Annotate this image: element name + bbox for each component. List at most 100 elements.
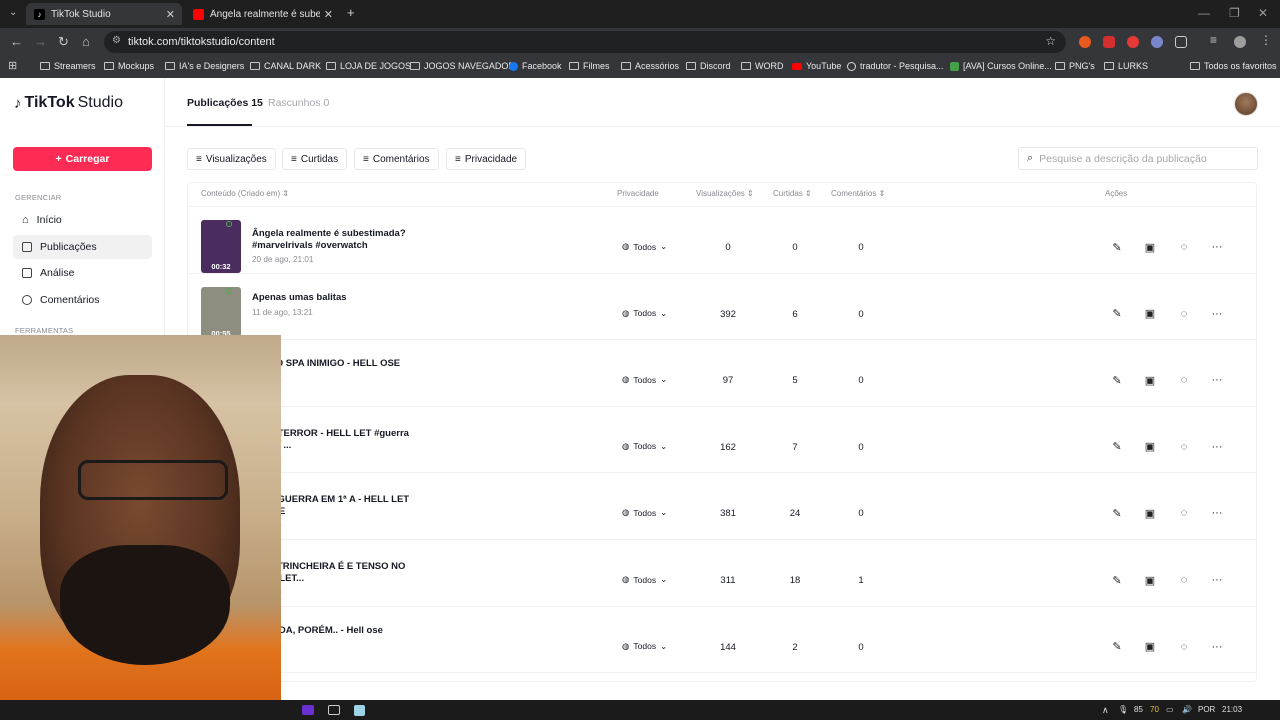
header-comments[interactable]: Comentários ⇕ xyxy=(831,189,885,198)
bookmark-item[interactable]: IA's e Designers xyxy=(165,61,244,71)
promote-icon[interactable]: ▣ xyxy=(1139,436,1161,458)
privacy-dropdown[interactable]: ◍ Todos ⌄ xyxy=(622,507,667,518)
close-tab-icon[interactable]: ✕ xyxy=(324,8,333,21)
edit-icon[interactable]: ✎ xyxy=(1106,636,1128,658)
bookmark-item[interactable]: WORD xyxy=(741,61,784,71)
app-icon[interactable] xyxy=(328,705,340,715)
new-tab-icon[interactable]: + xyxy=(347,5,355,20)
browser-tab-youtube[interactable]: Ângela realmente é subestimad ✕ xyxy=(185,3,340,25)
edit-icon[interactable]: ✎ xyxy=(1106,436,1128,458)
comment-icon[interactable]: ◌ xyxy=(1173,636,1195,658)
sidebar-item-analytics[interactable]: Análise xyxy=(13,261,152,285)
post-title[interactable]: Apenas umas balitas xyxy=(252,292,412,304)
url-bar[interactable]: ⚙ tiktok.com/tiktokstudio/content ☆ xyxy=(104,31,1066,53)
extension-icon[interactable] xyxy=(1127,36,1139,48)
browser-tab-tiktok[interactable]: ♪ TikTok Studio ✕ xyxy=(26,3,182,25)
reload-icon[interactable]: ↻ xyxy=(58,34,69,50)
filter-views[interactable]: ≡ Visualizações xyxy=(187,148,276,170)
edit-icon[interactable]: ✎ xyxy=(1106,303,1128,325)
minimize-icon[interactable]: — xyxy=(1198,6,1210,20)
promote-icon[interactable]: ▣ xyxy=(1139,502,1161,524)
bookmark-item[interactable]: Streamers xyxy=(40,61,96,71)
more-options-icon[interactable]: ··· xyxy=(1206,369,1228,391)
edit-icon[interactable]: ✎ xyxy=(1106,369,1128,391)
filter-likes[interactable]: ≡ Curtidas xyxy=(282,148,348,170)
close-tab-icon[interactable]: ✕ xyxy=(166,8,175,21)
bookmark-item[interactable]: LOJA DE JOGOS xyxy=(326,61,411,71)
promote-icon[interactable]: ▣ xyxy=(1139,236,1161,258)
upload-button[interactable]: + Carregar xyxy=(13,147,152,171)
tab-search-icon[interactable]: ⌄ xyxy=(9,7,17,18)
comment-icon[interactable]: ◌ xyxy=(1173,569,1195,591)
promote-icon[interactable]: ▣ xyxy=(1139,369,1161,391)
edit-icon[interactable]: ✎ xyxy=(1106,236,1128,258)
bookmark-item[interactable]: Facebook xyxy=(509,61,562,71)
apps-icon[interactable]: ⊞ xyxy=(8,59,17,72)
site-info-icon[interactable]: ⚙ xyxy=(112,35,121,46)
privacy-dropdown[interactable]: ◍ Todos ⌄ xyxy=(622,574,667,585)
comment-icon[interactable]: ◌ xyxy=(1173,436,1195,458)
header-likes[interactable]: Curtidas ⇕ xyxy=(773,189,812,198)
comment-icon[interactable]: ◌ xyxy=(1173,236,1195,258)
tab-drafts[interactable]: Rascunhos 0 xyxy=(268,97,329,109)
more-options-icon[interactable]: ··· xyxy=(1206,569,1228,591)
video-thumbnail[interactable]: 00:55 xyxy=(201,286,241,340)
more-options-icon[interactable]: ··· xyxy=(1206,303,1228,325)
privacy-dropdown[interactable]: ◍ Todos ⌄ xyxy=(622,308,667,319)
extension-icon[interactable] xyxy=(1103,36,1115,48)
privacy-dropdown[interactable]: ◍ Todos ⌄ xyxy=(622,641,667,652)
promote-icon[interactable]: ▣ xyxy=(1139,636,1161,658)
menu-dots-icon[interactable]: ⋮ xyxy=(1260,33,1272,47)
edit-icon[interactable]: ✎ xyxy=(1106,502,1128,524)
bookmark-item[interactable]: YouTube xyxy=(792,61,841,71)
mic-icon[interactable]: 🎙 xyxy=(1118,705,1128,714)
sidebar-item-comments[interactable]: Comentários xyxy=(13,288,152,312)
avatar[interactable] xyxy=(1234,92,1258,116)
profile-icon[interactable] xyxy=(1234,36,1246,48)
window-close-icon[interactable]: ✕ xyxy=(1258,6,1268,20)
privacy-dropdown[interactable]: ◍ Todos ⌄ xyxy=(622,241,667,252)
more-options-icon[interactable]: ··· xyxy=(1206,436,1228,458)
bookmark-item[interactable]: Acessórios xyxy=(621,61,679,71)
language-indicator[interactable]: POR xyxy=(1198,705,1215,714)
bookmark-item[interactable]: JOGOS NAVEGADOR xyxy=(410,61,515,71)
edit-icon[interactable]: ✎ xyxy=(1106,569,1128,591)
chevron-up-icon[interactable]: ∧ xyxy=(1102,705,1109,716)
logo[interactable]: ♪ TikTok Studio xyxy=(14,94,123,112)
extensions-puzzle-icon[interactable] xyxy=(1175,36,1187,48)
media-queue-icon[interactable]: ≡ xyxy=(1210,33,1217,47)
bookmark-star-icon[interactable]: ☆ xyxy=(1045,34,1056,48)
bookmark-item[interactable]: LURKS xyxy=(1104,61,1148,71)
bookmark-item[interactable]: CANAL DARK xyxy=(250,61,321,71)
bookmark-item[interactable]: Filmes xyxy=(569,61,610,71)
home-icon[interactable]: ⌂ xyxy=(82,34,90,49)
more-options-icon[interactable]: ··· xyxy=(1206,636,1228,658)
app-icon[interactable] xyxy=(354,705,365,716)
video-thumbnail[interactable]: 00:32 xyxy=(201,220,241,273)
sidebar-item-posts[interactable]: Publicações xyxy=(13,235,152,259)
post-title[interactable]: Ângela realmente é subestimada? #marvelr… xyxy=(252,228,412,252)
header-views[interactable]: Visualizações ⇕ xyxy=(696,189,754,198)
search-input[interactable] xyxy=(1039,152,1240,165)
sidebar-item-home[interactable]: ⌂ Início xyxy=(13,208,152,232)
comment-icon[interactable]: ◌ xyxy=(1173,369,1195,391)
privacy-dropdown[interactable]: ◍ Todos ⌄ xyxy=(622,374,667,385)
clock[interactable]: 21:03 xyxy=(1222,705,1242,714)
comment-icon[interactable]: ◌ xyxy=(1173,303,1195,325)
back-icon[interactable]: ← xyxy=(10,34,23,49)
bookmark-item[interactable]: tradutor - Pesquisa... xyxy=(847,61,944,71)
privacy-dropdown[interactable]: ◍ Todos ⌄ xyxy=(622,441,667,452)
bookmark-item[interactable]: PNG's xyxy=(1055,61,1095,71)
header-content[interactable]: Conteúdo (Criado em) ⇕ xyxy=(201,189,289,198)
filter-privacy[interactable]: ≡ Privacidade xyxy=(446,148,527,170)
app-icon[interactable] xyxy=(302,705,314,715)
extension-icon[interactable] xyxy=(1151,36,1163,48)
promote-icon[interactable]: ▣ xyxy=(1139,569,1161,591)
more-options-icon[interactable]: ··· xyxy=(1206,236,1228,258)
comment-icon[interactable]: ◌ xyxy=(1173,502,1195,524)
extension-icon[interactable] xyxy=(1079,36,1091,48)
filter-comments[interactable]: ≡ Comentários xyxy=(354,148,439,170)
more-options-icon[interactable]: ··· xyxy=(1206,502,1228,524)
all-bookmarks[interactable]: Todos os favoritos xyxy=(1190,61,1277,71)
forward-icon[interactable]: → xyxy=(34,34,47,49)
